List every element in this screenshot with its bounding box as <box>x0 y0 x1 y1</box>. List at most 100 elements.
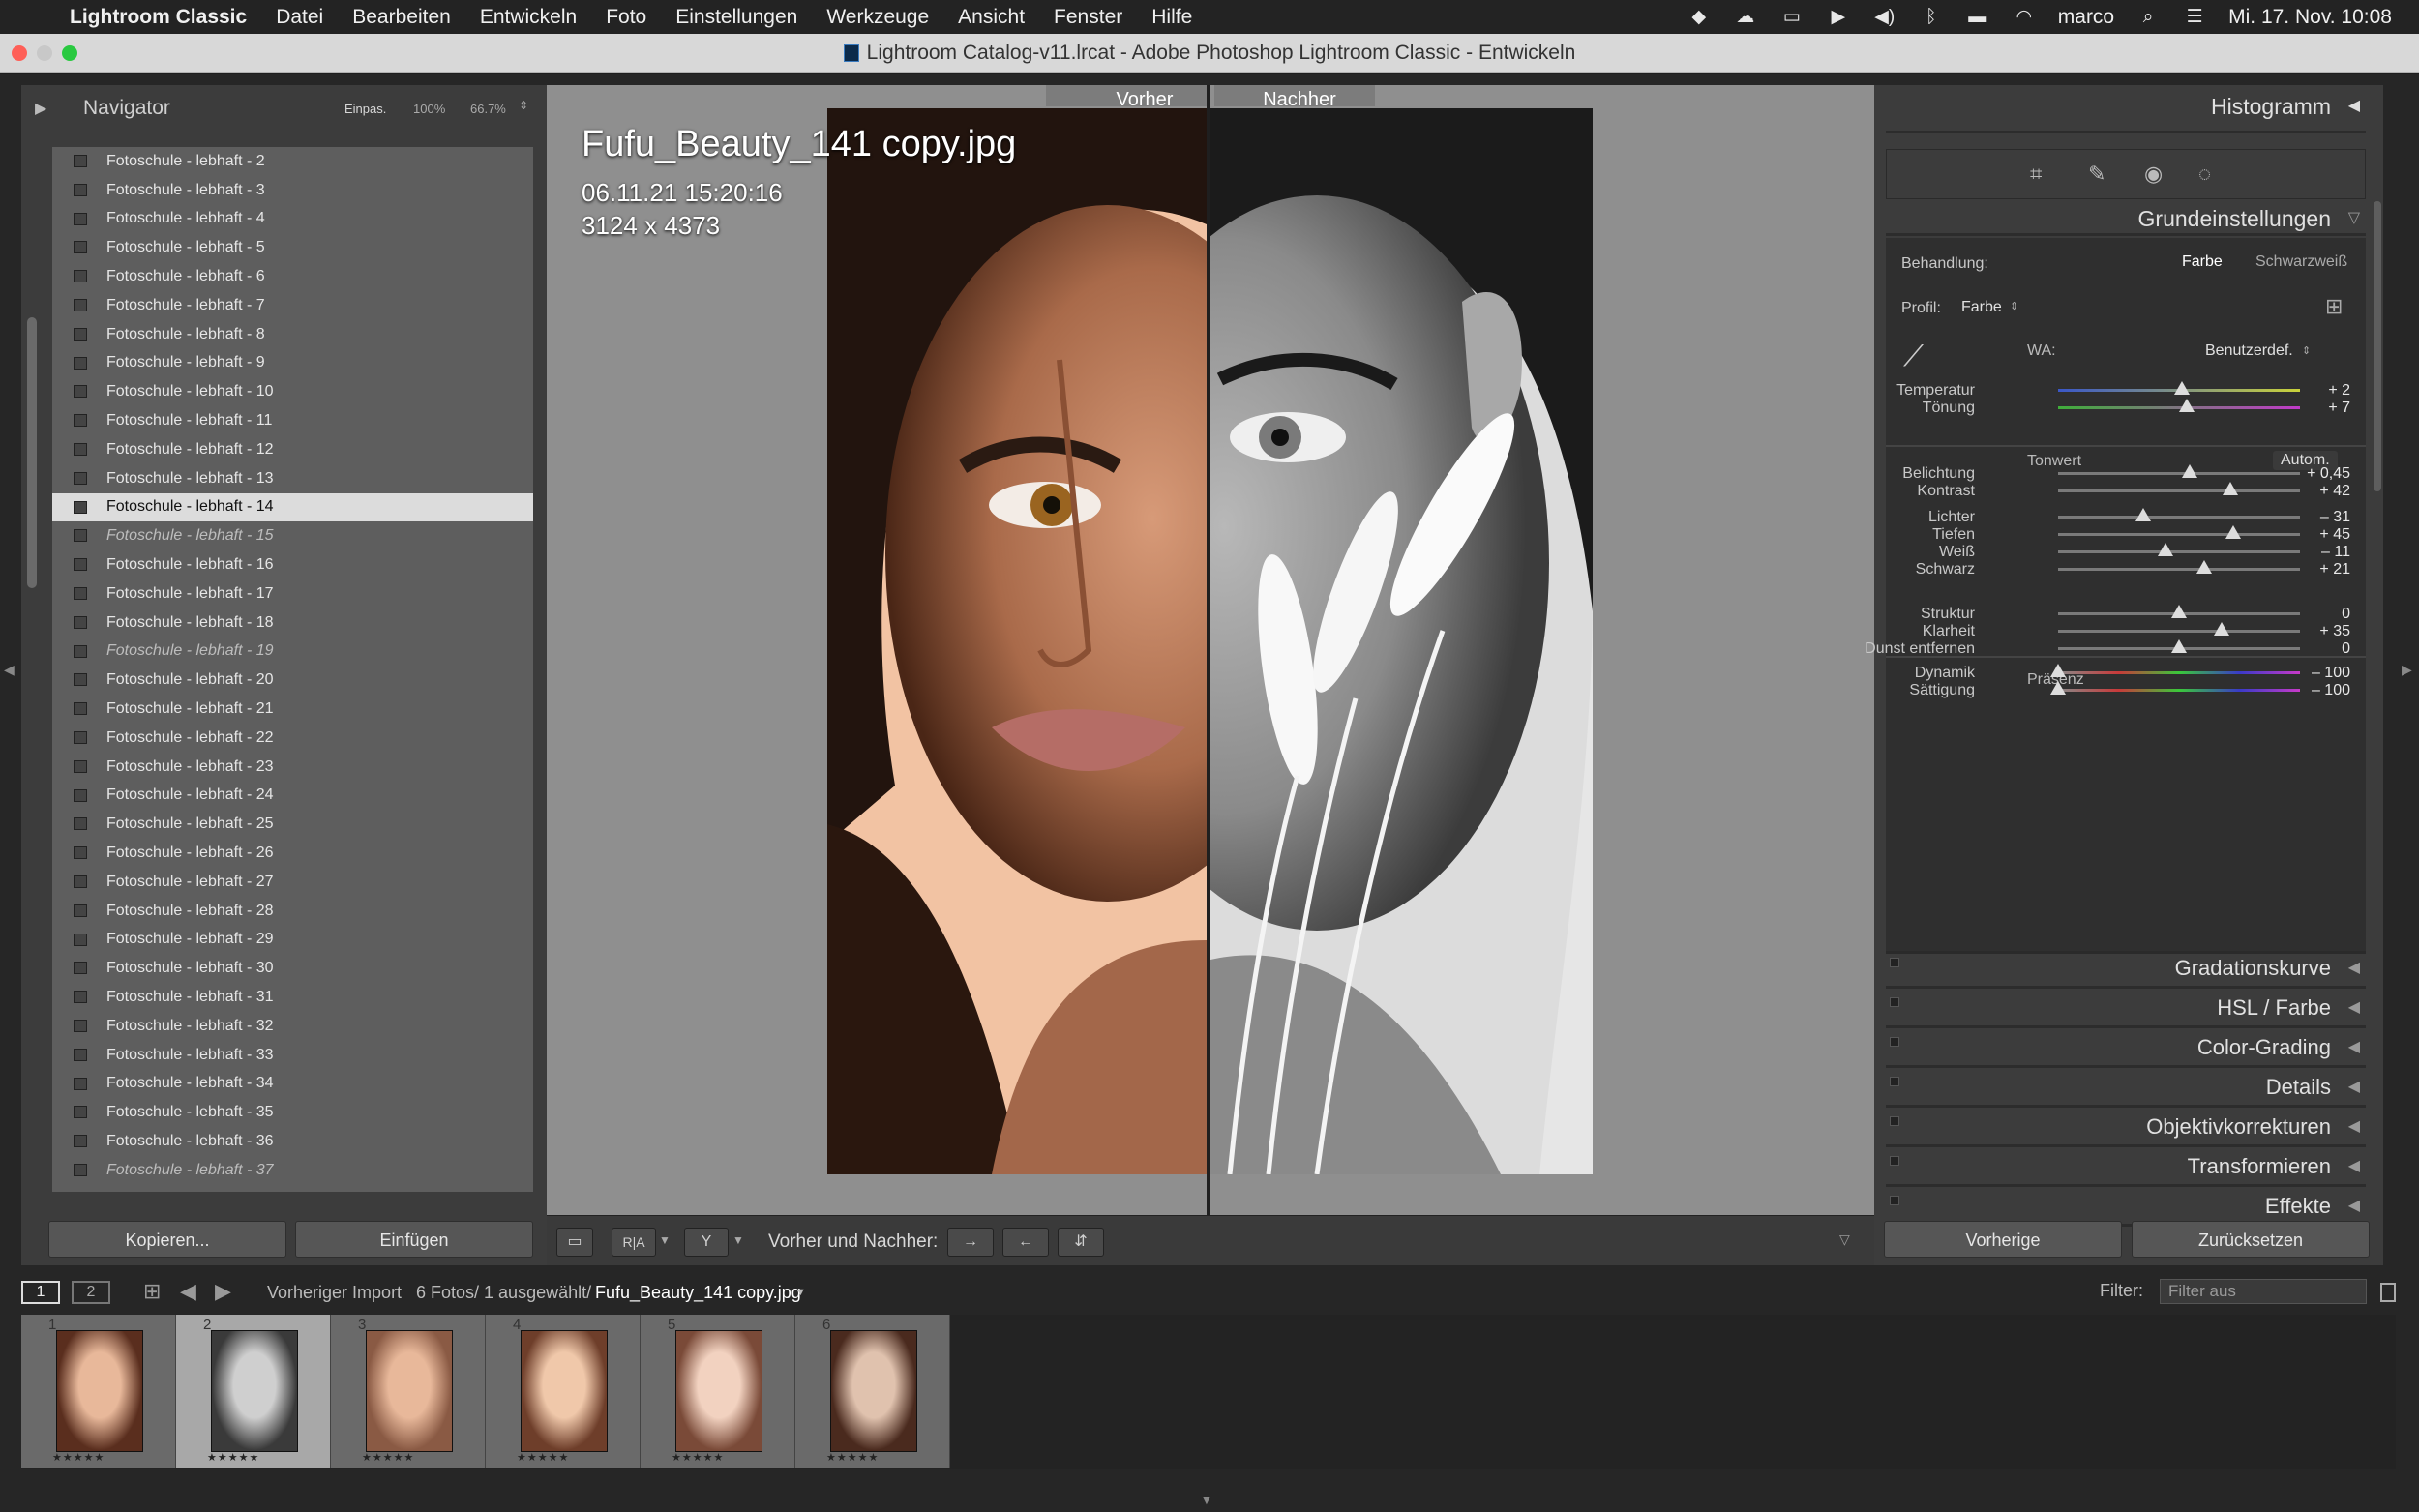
slider-kontrast[interactable]: Kontrast + 42 <box>1886 478 2366 503</box>
section-collapse-icon[interactable]: ◀ <box>2348 1071 2360 1104</box>
preset-item[interactable]: Fotoschule - lebhaft - 29 <box>52 926 533 955</box>
before-after-divider[interactable] <box>1207 85 1210 1215</box>
preset-item[interactable]: Fotoschule - lebhaft - 14 <box>52 492 533 522</box>
navigator-header[interactable]: ▶ Navigator Einpas. 100% 66.7% ⇕ <box>21 85 547 133</box>
slider-track[interactable] <box>2058 671 2300 674</box>
wb-value[interactable]: Benutzerdef. <box>2205 342 2293 360</box>
slider-value[interactable]: + 42 <box>2319 483 2350 500</box>
navigator-expand-icon[interactable]: ▶ <box>35 99 46 118</box>
filmstrip-thumbnail[interactable]: 6 ★★★★★ <box>795 1315 950 1468</box>
section-color-grading[interactable]: Color-Grading ◀ <box>1886 1031 2366 1068</box>
close-window-icon[interactable] <box>12 45 27 61</box>
section-collapse-icon[interactable]: ◀ <box>2348 1150 2360 1183</box>
section-transformieren[interactable]: Transformieren ◀ <box>1886 1150 2366 1187</box>
section-toggle-icon[interactable] <box>1890 1196 1899 1205</box>
section-hsl-farbe[interactable]: HSL / Farbe ◀ <box>1886 992 2366 1028</box>
menu-ansicht[interactable]: Ansicht <box>958 6 1025 29</box>
preset-item[interactable]: Fotoschule - lebhaft - 36 <box>52 1127 533 1156</box>
preset-item[interactable]: Fotoschule - lebhaft - 32 <box>52 1012 533 1041</box>
slider-sättigung[interactable]: Sättigung – 100 <box>1886 677 2366 702</box>
menu-app-name[interactable]: Lightroom Classic <box>70 6 247 29</box>
filmstrip-thumbnail[interactable]: 4 ★★★★★ <box>486 1315 641 1468</box>
histogram-collapse-icon[interactable]: ◀ <box>2348 85 2360 128</box>
basic-collapse-icon[interactable]: ▽ <box>2348 201 2360 236</box>
slider-thumb[interactable] <box>2182 464 2198 478</box>
split-menu-chevron-icon[interactable]: ▼ <box>732 1233 744 1247</box>
preset-item[interactable]: Fotoschule - lebhaft - 12 <box>52 435 533 464</box>
thumbnail-rating[interactable]: ★★★★★ <box>672 1451 724 1464</box>
filmstrip-thumbnail[interactable]: 1 ★★★★★ <box>21 1315 176 1468</box>
section-toggle-icon[interactable] <box>1890 1156 1899 1166</box>
preset-item[interactable]: Fotoschule - lebhaft - 23 <box>52 753 533 782</box>
histogram-header[interactable]: Histogramm ◀ <box>1886 85 2366 133</box>
preset-item[interactable]: Fotoschule - lebhaft - 27 <box>52 868 533 897</box>
section-collapse-icon[interactable]: ◀ <box>2348 1031 2360 1064</box>
thumbnail-rating[interactable]: ★★★★★ <box>207 1451 259 1464</box>
before-after-lr-button[interactable]: R|A <box>612 1228 656 1257</box>
paste-settings-button[interactable]: Einfügen <box>295 1221 533 1258</box>
left-panel-toggle-icon[interactable]: ◀ <box>4 662 15 678</box>
preset-item[interactable]: Fotoschule - lebhaft - 2 <box>52 147 533 176</box>
crop-icon[interactable]: ⌗ <box>2030 162 2042 187</box>
preset-item[interactable]: Fotoschule - lebhaft - 10 <box>52 377 533 406</box>
section-toggle-icon[interactable] <box>1890 1037 1899 1047</box>
slider-value[interactable]: + 21 <box>2319 561 2350 578</box>
preset-item[interactable]: Fotoschule - lebhaft - 5 <box>52 233 533 262</box>
preset-item[interactable]: Fotoschule - lebhaft - 22 <box>52 724 533 753</box>
slider-track[interactable] <box>2058 489 2300 492</box>
slider-thumb[interactable] <box>2225 525 2242 539</box>
preset-item[interactable]: Fotoschule - lebhaft - 20 <box>52 666 533 695</box>
menu-entwickeln[interactable]: Entwickeln <box>480 6 577 29</box>
preset-item[interactable]: Fotoschule - lebhaft - 31 <box>52 983 533 1012</box>
preset-item[interactable]: Fotoschule - lebhaft - 16 <box>52 550 533 579</box>
filmstrip-current-file[interactable]: Fufu_Beauty_141 copy.jpg <box>595 1283 801 1303</box>
slider-thumb[interactable] <box>2050 681 2066 695</box>
section-collapse-icon[interactable]: ◀ <box>2348 1190 2360 1223</box>
slider-thumb[interactable] <box>2213 622 2229 636</box>
slider-thumb[interactable] <box>2196 560 2213 574</box>
thumbnail-image[interactable] <box>675 1330 762 1452</box>
menu-datei[interactable]: Datei <box>276 6 323 29</box>
section-details[interactable]: Details ◀ <box>1886 1071 2366 1108</box>
battery-icon[interactable]: ▬ <box>1965 7 1990 27</box>
slider-thumb[interactable] <box>2050 664 2066 677</box>
thumbnail-image[interactable] <box>211 1330 298 1452</box>
zoom-window-icon[interactable] <box>62 45 77 61</box>
menubar-user[interactable]: marco <box>2058 6 2114 29</box>
preset-item[interactable]: Fotoschule - lebhaft - 24 <box>52 782 533 811</box>
filmstrip-file-chevron-icon[interactable]: ▼ <box>795 1287 806 1298</box>
menu-fenster[interactable]: Fenster <box>1054 6 1122 29</box>
section-toggle-icon[interactable] <box>1890 958 1899 967</box>
preset-item[interactable]: Fotoschule - lebhaft - 13 <box>52 464 533 493</box>
after-photo[interactable] <box>1210 108 1593 1174</box>
primary-window-button[interactable]: 1 <box>21 1281 60 1304</box>
basic-header[interactable]: Grundeinstellungen ▽ <box>1886 201 2366 236</box>
search-icon[interactable]: ⌕ <box>2135 7 2161 27</box>
wb-chevron-icon[interactable]: ⇕ <box>2302 344 2311 357</box>
thumbnail-image[interactable] <box>521 1330 608 1452</box>
thumbnail-image[interactable] <box>56 1330 143 1452</box>
preset-item[interactable]: Fotoschule - lebhaft - 4 <box>52 205 533 234</box>
split-view-button[interactable]: Y <box>684 1228 729 1257</box>
menu-foto[interactable]: Foto <box>606 6 646 29</box>
copy-before-to-after-button[interactable]: → <box>947 1228 994 1257</box>
zoom-menu-icon[interactable]: ⇕ <box>519 99 528 112</box>
slider-track[interactable] <box>2058 689 2300 692</box>
section-objektivkorrekturen[interactable]: Objektivkorrekturen ◀ <box>1886 1111 2366 1147</box>
toolbar-options-icon[interactable]: ▽ <box>1839 1231 1850 1248</box>
preset-item[interactable]: Fotoschule - lebhaft - 37 <box>52 1156 533 1185</box>
previous-settings-button[interactable]: Vorherige <box>1884 1221 2122 1258</box>
thumbnail-image[interactable] <box>830 1330 917 1452</box>
forward-arrow-icon[interactable]: ▶ <box>215 1279 231 1304</box>
control-center-icon[interactable]: ☰ <box>2182 7 2207 27</box>
creative-cloud-icon[interactable]: ☁ <box>1733 7 1758 27</box>
profile-value[interactable]: Farbe <box>1961 299 2002 316</box>
before-photo[interactable] <box>827 108 1207 1174</box>
slider-tönung[interactable]: Tönung + 7 <box>1886 395 2366 420</box>
slider-thumb[interactable] <box>2173 381 2190 395</box>
preset-item[interactable]: Fotoschule - lebhaft - 15 <box>52 521 533 550</box>
bluetooth-icon[interactable]: ᛒ <box>1919 7 1944 27</box>
section-toggle-icon[interactable] <box>1890 997 1899 1007</box>
filmstrip-thumbnail[interactable]: 2 ★★★★★ <box>176 1315 331 1468</box>
play-icon[interactable]: ▶ <box>1826 7 1851 27</box>
